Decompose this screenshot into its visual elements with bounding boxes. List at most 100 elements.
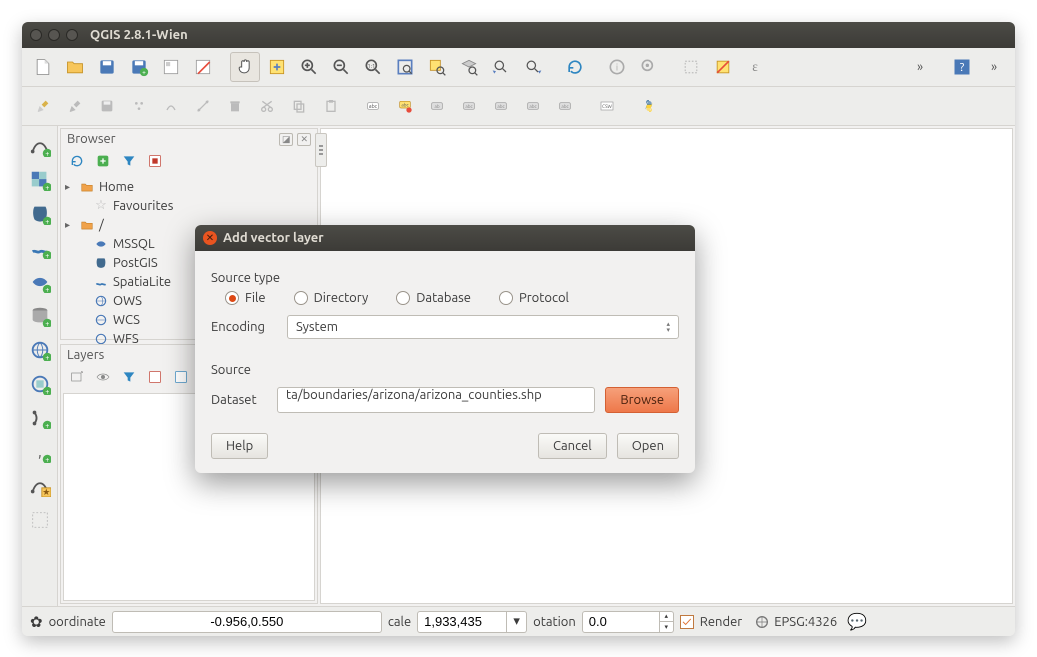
- radio-file[interactable]: File: [225, 291, 266, 305]
- move-feature-button[interactable]: [156, 91, 186, 121]
- python-console-button[interactable]: [634, 91, 664, 121]
- pan-tool[interactable]: [230, 52, 260, 82]
- refresh-button[interactable]: [560, 52, 590, 82]
- help-button[interactable]: ?: [947, 52, 977, 82]
- radio-protocol[interactable]: Protocol: [499, 291, 569, 305]
- layers-expr-button[interactable]: [145, 367, 165, 387]
- messages-icon[interactable]: 💬: [847, 612, 867, 631]
- add-feature-button[interactable]: [124, 91, 154, 121]
- svg-text:+: +: [45, 456, 49, 463]
- tree-item-favourites[interactable]: ☆Favourites: [65, 196, 313, 215]
- add-wcs-layer-button[interactable]: +: [26, 370, 54, 398]
- browser-add-button[interactable]: [93, 151, 113, 171]
- layers-visibility-button[interactable]: [93, 367, 113, 387]
- deselect-button[interactable]: [708, 52, 738, 82]
- help-button-dialog[interactable]: Help: [211, 433, 268, 459]
- coordinate-input[interactable]: [112, 611, 382, 633]
- open-button[interactable]: Open: [617, 433, 679, 459]
- encoding-combo[interactable]: System ▴▾: [287, 315, 679, 339]
- browse-button[interactable]: Browse: [605, 387, 679, 413]
- svg-text:ab: ab: [434, 103, 439, 109]
- zoom-last-button[interactable]: [486, 52, 516, 82]
- add-virtual-layer-button[interactable]: [26, 506, 54, 534]
- save-layer-edits-button[interactable]: [92, 91, 122, 121]
- new-project-button[interactable]: [28, 52, 58, 82]
- composer-manager-button[interactable]: [188, 52, 218, 82]
- zoom-out-button[interactable]: [326, 52, 356, 82]
- save-project-button[interactable]: [92, 52, 122, 82]
- toolbar-overflow2-icon[interactable]: »: [979, 52, 1009, 82]
- layers-add-group-button[interactable]: [67, 367, 87, 387]
- add-wfs-layer-button[interactable]: +: [26, 404, 54, 432]
- render-checkbox[interactable]: ✓: [680, 615, 694, 629]
- add-mssql-layer-button[interactable]: +: [26, 268, 54, 296]
- new-shapefile-button[interactable]: ★: [26, 472, 54, 500]
- paste-features-button[interactable]: [316, 91, 346, 121]
- delete-selected-button[interactable]: [220, 91, 250, 121]
- add-spatialite-layer-button[interactable]: +: [26, 234, 54, 262]
- browser-refresh-button[interactable]: [67, 151, 87, 171]
- save-as-button[interactable]: +: [124, 52, 154, 82]
- add-wms-layer-button[interactable]: +: [26, 336, 54, 364]
- layers-filter-button[interactable]: [119, 367, 139, 387]
- node-tool-button[interactable]: [188, 91, 218, 121]
- select-expr-button[interactable]: ε: [740, 52, 770, 82]
- dock-icon[interactable]: ◪: [279, 133, 294, 146]
- pan-to-selection-button[interactable]: [262, 52, 292, 82]
- add-vector-layer-button[interactable]: +: [26, 132, 54, 160]
- radio-directory[interactable]: Directory: [294, 291, 369, 305]
- label-change-button[interactable]: abc: [518, 91, 548, 121]
- label-rotate-button[interactable]: abc: [486, 91, 516, 121]
- browser-filter-button[interactable]: [119, 151, 139, 171]
- label-showhide-button[interactable]: ab: [422, 91, 452, 121]
- cut-features-button[interactable]: [252, 91, 282, 121]
- zoom-selection-button[interactable]: [422, 52, 452, 82]
- label-props-button[interactable]: abc: [550, 91, 580, 121]
- label-move-button[interactable]: abc: [454, 91, 484, 121]
- zoom-full-button[interactable]: [390, 52, 420, 82]
- rotation-up-icon[interactable]: ▴: [660, 611, 674, 622]
- dialog-close-button[interactable]: ✕: [203, 231, 217, 245]
- tree-item-home[interactable]: ▸Home: [65, 177, 313, 196]
- dataset-input[interactable]: ta/boundaries/arizona/arizona_counties.s…: [277, 387, 595, 413]
- close-panel-icon[interactable]: ✕: [297, 133, 311, 146]
- digitize-toolbar: abc abc ab abc abc abc abc CSW: [22, 87, 1015, 126]
- scale-input[interactable]: [417, 611, 507, 633]
- toggle-extents-icon[interactable]: ✿: [30, 613, 43, 631]
- toolbar-overflow-icon[interactable]: »: [905, 52, 935, 82]
- zoom-in-button[interactable]: [294, 52, 324, 82]
- rotation-input[interactable]: [582, 611, 660, 633]
- zoom-layer-button[interactable]: [454, 52, 484, 82]
- copy-features-button[interactable]: [284, 91, 314, 121]
- open-project-button[interactable]: [60, 52, 90, 82]
- identify-button[interactable]: i: [602, 52, 632, 82]
- window-maximize-button[interactable]: [66, 29, 78, 41]
- csw-button[interactable]: CSW: [592, 91, 622, 121]
- crs-button[interactable]: EPSG:4326: [754, 614, 837, 630]
- window-close-button[interactable]: [30, 29, 42, 41]
- svg-text:+: +: [45, 422, 49, 429]
- browser-collapse-button[interactable]: [145, 151, 165, 171]
- layers-expand-button[interactable]: [171, 367, 191, 387]
- zoom-native-button[interactable]: 1:1: [358, 52, 388, 82]
- identify-results-button[interactable]: [634, 52, 664, 82]
- label-pin-button[interactable]: abc: [390, 91, 420, 121]
- window-minimize-button[interactable]: [48, 29, 60, 41]
- scale-dropdown-icon[interactable]: ▾: [507, 611, 527, 633]
- toggle-editing-button[interactable]: [60, 91, 90, 121]
- svg-text:+: +: [45, 320, 49, 327]
- add-postgis-layer-button[interactable]: +: [26, 200, 54, 228]
- cancel-button[interactable]: Cancel: [538, 433, 607, 459]
- zoom-next-button[interactable]: [518, 52, 548, 82]
- edits-menu-button[interactable]: [28, 91, 58, 121]
- new-composer-button[interactable]: [156, 52, 186, 82]
- select-rect-button[interactable]: [676, 52, 706, 82]
- svg-text:+: +: [45, 388, 49, 395]
- add-delimited-text-button[interactable]: ,+: [26, 438, 54, 466]
- splitter-handle[interactable]: [315, 133, 327, 167]
- rotation-down-icon[interactable]: ▾: [660, 622, 674, 633]
- labeling-button[interactable]: abc: [358, 91, 388, 121]
- add-raster-layer-button[interactable]: +: [26, 166, 54, 194]
- add-oracle-layer-button[interactable]: +: [26, 302, 54, 330]
- radio-database[interactable]: Database: [396, 291, 471, 305]
